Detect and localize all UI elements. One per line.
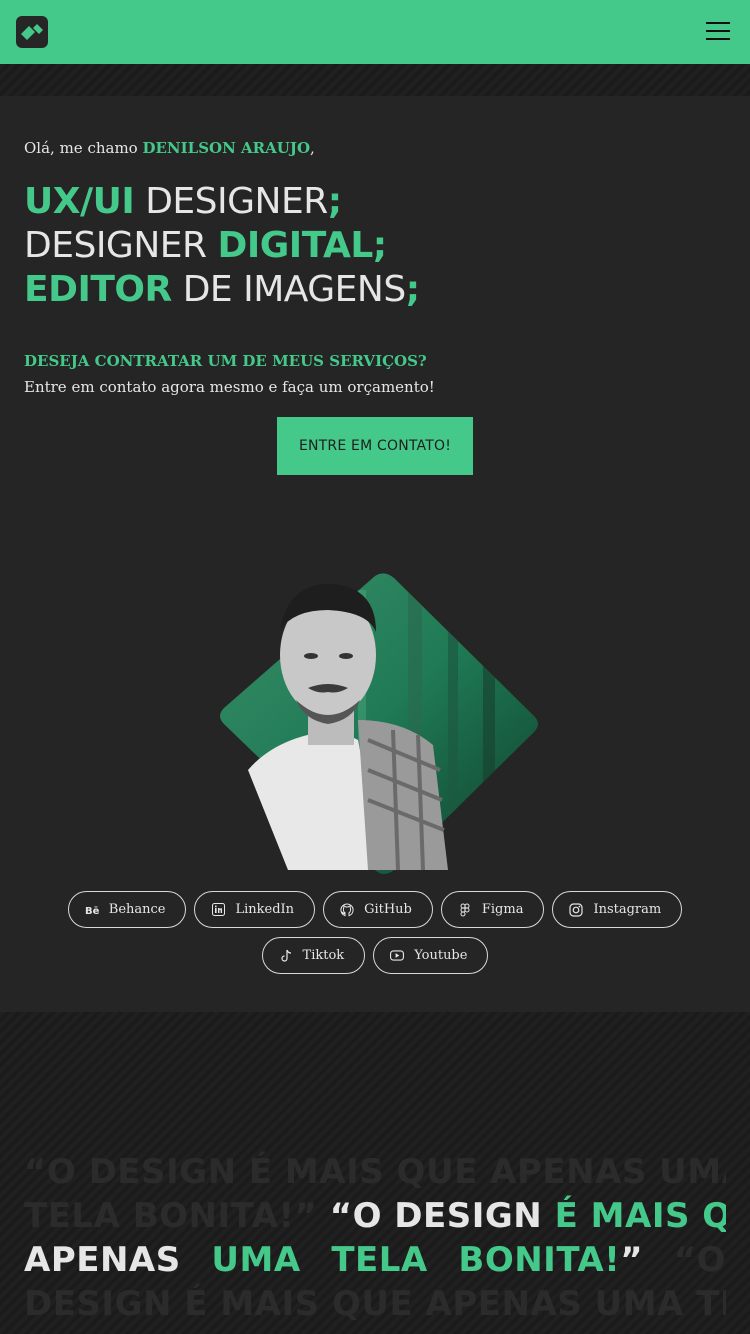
quote-line-2: TELA BONITA!” “O DESIGN É MAIS QUE (24, 1196, 726, 1236)
figma-icon (458, 903, 472, 917)
quote-line-3: APENAS UMA TELA BONITA!” “O (24, 1240, 726, 1280)
social-behance[interactable]: Bē Behance (67, 891, 187, 928)
greeting: Olá, me chamo DENILSON ARAUJO, (24, 139, 315, 157)
cta-question: DESEJA CONTRATAR UM DE MEUS SERVIÇOS? (24, 352, 427, 370)
social-figma[interactable]: Figma (440, 891, 545, 928)
portrait-image (208, 570, 542, 874)
social-tiktok[interactable]: Tiktok (261, 937, 366, 974)
diamond-logo-icon[interactable] (16, 16, 48, 48)
cta-text: Entre em contato agora mesmo e faça um o… (24, 378, 435, 396)
roles-heading: UX/UI DESIGNER; DESIGNER DIGITAL; EDITOR… (24, 180, 420, 312)
role-line-2: DESIGNER DIGITAL; (24, 225, 387, 266)
divider-stripe (0, 64, 750, 96)
top-bar (0, 0, 750, 64)
social-youtube[interactable]: Youtube (373, 937, 489, 974)
role-line-1: UX/UI DESIGNER; (24, 181, 342, 222)
linkedin-icon (211, 903, 225, 917)
social-links: Bē Behance LinkedIn GitHub Figma Instagr… (24, 891, 726, 974)
social-linkedin[interactable]: LinkedIn (194, 891, 316, 928)
instagram-icon (569, 902, 584, 917)
owner-name: DENILSON ARAUJO (142, 139, 311, 157)
behance-icon: Bē (85, 903, 99, 917)
github-icon (340, 902, 354, 917)
role-line-3: EDITOR DE IMAGENS; (24, 269, 420, 310)
youtube-icon (390, 949, 405, 963)
social-instagram[interactable]: Instagram (552, 891, 683, 928)
hamburger-menu-icon[interactable] (706, 22, 730, 42)
svg-text:Bē: Bē (85, 906, 99, 916)
tiktok-icon (279, 949, 293, 963)
quote-line-1: “O DESIGN É MAIS QUE APENAS UMA (24, 1152, 726, 1192)
quote-line-4: DESIGN É MAIS QUE APENAS UMA TELA (24, 1284, 726, 1324)
contact-button[interactable]: ENTRE EM CONTATO! (277, 417, 473, 475)
social-github[interactable]: GitHub (323, 891, 433, 928)
